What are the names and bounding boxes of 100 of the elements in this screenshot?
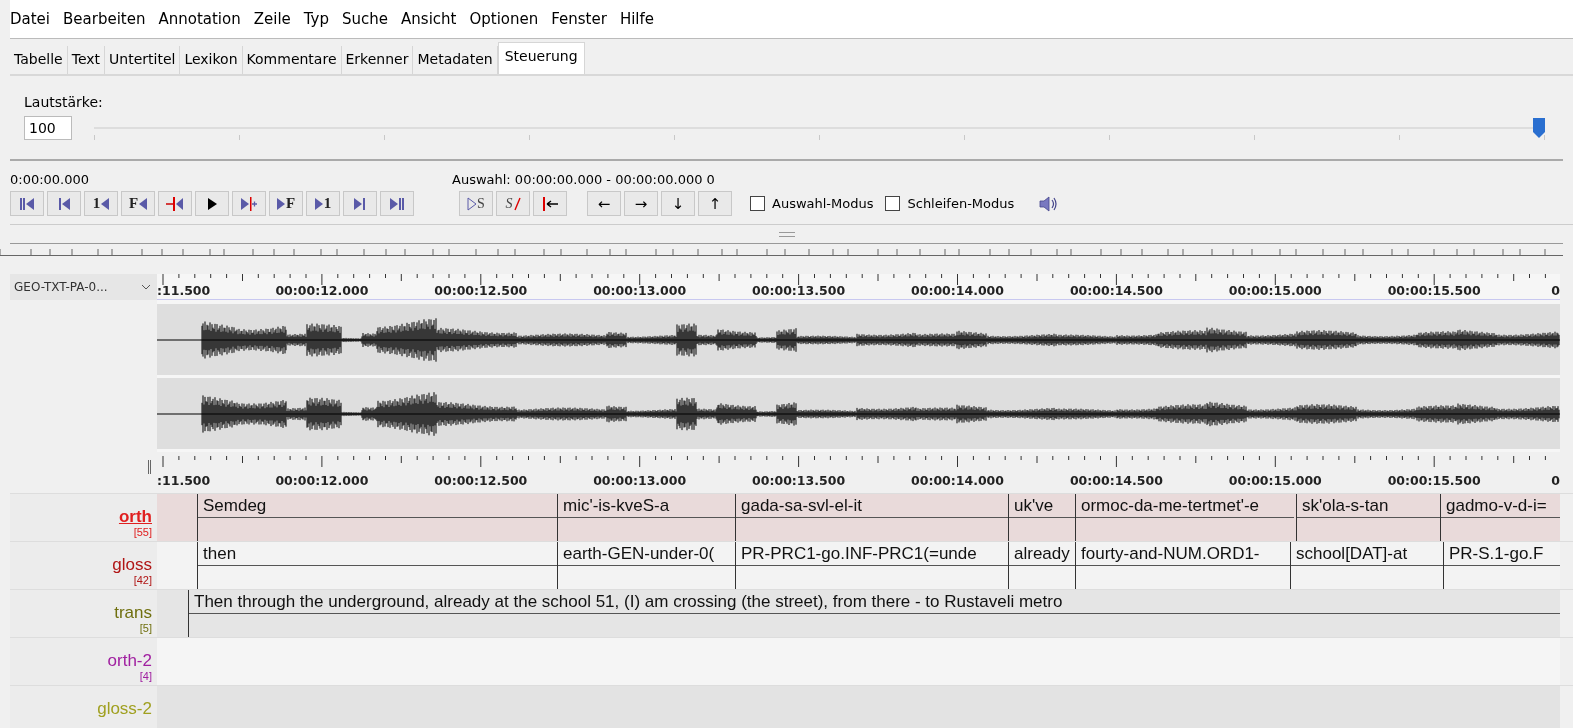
annotation-count: [4] xyxy=(139,670,152,682)
tier-name[interactable]: orth-2 xyxy=(107,652,152,670)
time-label: 00:00:14.500 xyxy=(1069,283,1163,298)
time-label: 00:00:14.000 xyxy=(911,473,1004,488)
time-label: 00:00:15.500 xyxy=(1387,283,1481,298)
selection-button[interactable]: S xyxy=(459,191,493,216)
time-label: 00:00:12.000 xyxy=(275,473,369,488)
annotation[interactable]: school[DAT]-at xyxy=(1291,542,1443,566)
step-forward-icon xyxy=(353,195,367,212)
annotation-count: [5] xyxy=(139,622,152,634)
tier-name[interactable]: trans xyxy=(114,604,152,622)
annotation[interactable]: uk've xyxy=(1009,494,1075,518)
tab[interactable]: Text xyxy=(67,46,106,74)
annotation[interactable]: gada-sa-svl-el-it xyxy=(736,494,1008,518)
player-button[interactable]: 1 xyxy=(84,191,118,216)
selection-display: Auswahl: 00:00:00.000 - 00:00:00.000 0 xyxy=(452,172,715,187)
skip-start-icon xyxy=(19,195,35,212)
time-label: 00:00:15.000 xyxy=(1228,283,1322,298)
menu-item[interactable]: Optionen xyxy=(469,10,539,28)
arrow-button[interactable]: ↑ xyxy=(698,191,732,216)
boundary-back-icon xyxy=(166,195,184,212)
volume-label: Lautstärke: xyxy=(24,94,103,110)
chevron-down-icon xyxy=(141,284,151,290)
annotation[interactable]: then xyxy=(198,542,557,566)
checkbox[interactable] xyxy=(885,196,901,211)
volume-slider[interactable] xyxy=(94,115,1545,141)
triangle-left-icon xyxy=(100,196,110,211)
menu-item[interactable]: Bearbeiten xyxy=(63,10,146,28)
resize-handle[interactable] xyxy=(148,460,151,474)
menu-item[interactable]: Annotation xyxy=(158,10,241,28)
player-button[interactable]: F xyxy=(269,191,303,216)
annotation[interactable]: gadmo-v-d-i= xyxy=(1441,494,1560,518)
time-label: 00:00:14.000 xyxy=(911,283,1004,298)
tab[interactable]: Kommentare xyxy=(242,46,342,74)
track-dropdown[interactable]: GEO-TXT-PA-0... xyxy=(10,274,157,300)
annotation[interactable]: earth-GEN-under-0( xyxy=(558,542,735,566)
annotation[interactable]: ormoc-da-me-tertmet'-e xyxy=(1076,494,1294,518)
step-back-icon xyxy=(57,195,71,212)
arrow-button[interactable]: ↓ xyxy=(661,191,695,216)
annotation[interactable]: sk'ola-s-tan xyxy=(1297,494,1440,518)
player-button[interactable] xyxy=(195,191,229,216)
time-label: 00:00:12.500 xyxy=(434,473,528,488)
skip-end-icon xyxy=(389,195,405,212)
menu-item[interactable]: Datei xyxy=(10,10,51,28)
triangle-right-icon xyxy=(276,196,286,211)
play-icon xyxy=(206,195,218,212)
annotation-count: [42] xyxy=(133,574,152,586)
selection-button[interactable]: S xyxy=(496,191,530,216)
tab[interactable]: Metadaten xyxy=(413,46,498,74)
menu-item[interactable]: Zeile xyxy=(253,10,291,28)
annotation[interactable]: PR-S.1-go.F xyxy=(1444,542,1560,566)
menu-item[interactable]: Fenster xyxy=(551,10,607,28)
arrow-button[interactable]: ← xyxy=(587,191,621,216)
tier-name[interactable]: orth xyxy=(118,508,152,526)
slider-thumb[interactable] xyxy=(1533,118,1545,138)
time-label: 00:00:13.500 xyxy=(752,283,846,298)
menu-item[interactable]: Ansicht xyxy=(401,10,457,28)
tab[interactable]: Lexikon xyxy=(180,46,243,74)
time-label: 00:00:12.500 xyxy=(434,283,528,298)
tab[interactable]: Erkenner xyxy=(341,46,414,74)
time-label: 00:00:13.000 xyxy=(593,473,687,488)
play-boundary-icon xyxy=(240,195,258,212)
time-label: 00:00:15.000 xyxy=(1228,473,1322,488)
menu-item[interactable]: Hilfe xyxy=(619,10,654,28)
checkbox-label: Auswahl-Modus xyxy=(772,196,874,211)
tier-name[interactable]: gloss xyxy=(112,556,152,574)
player-button[interactable]: F xyxy=(121,191,155,216)
speaker-icon[interactable] xyxy=(1038,194,1059,213)
triangle-right-icon xyxy=(314,196,324,211)
time-label: 00:00:15.500 xyxy=(1387,473,1481,488)
time-display: 0:00:00.000 xyxy=(10,172,91,187)
annotation-count: [55] xyxy=(133,526,152,538)
selection-button[interactable] xyxy=(533,191,567,216)
tab[interactable]: Tabelle xyxy=(10,46,68,74)
annotation[interactable]: mic'-is-kveS-a xyxy=(558,494,735,518)
time-label: :11.500 xyxy=(157,283,211,298)
checkbox-label: Schleifen-Modus xyxy=(907,196,1015,211)
boundary-arrow-icon xyxy=(541,195,559,212)
splitter-handle[interactable] xyxy=(778,231,795,237)
triangle-left-icon xyxy=(138,196,148,211)
checkbox[interactable] xyxy=(750,196,765,211)
triangle-outline-icon xyxy=(467,196,478,211)
time-label: 00:00:13.000 xyxy=(593,283,687,298)
arrow-button[interactable]: → xyxy=(624,191,658,216)
time-label: 00:00:12.000 xyxy=(275,283,369,298)
time-label: 0 xyxy=(1551,283,1560,298)
volume-field[interactable]: 100 xyxy=(24,116,72,140)
annotation[interactable]: Semdeg xyxy=(198,494,557,518)
time-label: 00:00:14.500 xyxy=(1069,473,1163,488)
annotation[interactable]: PR-PRC1-go.INF-PRC1(=unde xyxy=(736,542,1008,566)
annotation[interactable]: already xyxy=(1009,542,1075,566)
annotation[interactable]: fourty-and-NUM.ORD1- xyxy=(1076,542,1290,566)
tab[interactable]: Untertitel xyxy=(105,46,181,74)
menu-item[interactable]: Typ xyxy=(303,10,330,28)
player-button[interactable]: 1 xyxy=(306,191,340,216)
time-label: :11.500 xyxy=(157,473,211,488)
menu-item[interactable]: Suche xyxy=(342,10,389,28)
tab[interactable]: Steuerung xyxy=(497,42,585,74)
annotation[interactable]: Then through the underground, already at the school 51, (I) am crossing (the street), from there - to Rustaveli metro xyxy=(189,590,1560,614)
time-label: 00:00:13.500 xyxy=(752,473,846,488)
